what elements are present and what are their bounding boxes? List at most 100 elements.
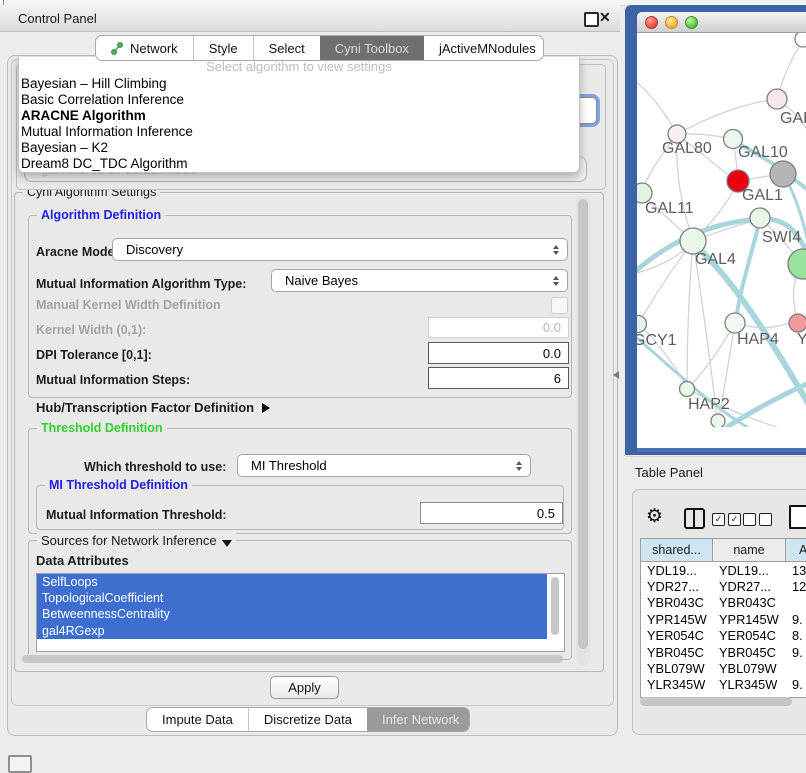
- table-panel-divider: [625, 456, 806, 457]
- page-icon[interactable]: [789, 505, 806, 529]
- column-header-name[interactable]: name: [713, 539, 786, 561]
- table-row[interactable]: YDL19... YDL19... 13: [641, 562, 806, 578]
- mi-type-combo[interactable]: Naive Bayes: [271, 269, 568, 292]
- table-row[interactable]: YDR27... YDR27... 12: [641, 578, 806, 594]
- data-attributes-list: SelfLoops TopologicalCoefficient Between…: [36, 573, 565, 652]
- gear-icon[interactable]: ⚙: [646, 506, 663, 528]
- table-row[interactable]: YER054C YER054C 8.: [641, 628, 806, 644]
- table-row[interactable]: YBR043C YBR043C: [641, 595, 806, 611]
- dropdown-item[interactable]: Dream8 DC_TDC Algorithm: [19, 156, 579, 172]
- kernel-width-input[interactable]: 0.0: [428, 317, 569, 338]
- which-threshold-label: Which threshold to use:: [84, 460, 226, 474]
- minimize-traffic-light-icon[interactable]: [665, 16, 678, 29]
- select-all-checks-icon[interactable]: ✓ ✓: [712, 513, 741, 526]
- node-label-gal10: GAL10: [738, 144, 788, 161]
- node-hap2[interactable]: [680, 382, 695, 397]
- node-hap4[interactable]: [725, 313, 745, 333]
- sources-legend[interactable]: Sources for Network Inference: [37, 533, 236, 548]
- column-header-partial[interactable]: A: [786, 539, 806, 561]
- network-frame-bottom-strip: [637, 448, 806, 452]
- cell-name: YPR145W: [713, 612, 786, 627]
- node-labels: GAL GAL80 GAL10 GAL1 GAL11 SWI4 GAL4 GCY…: [637, 110, 806, 413]
- close-icon[interactable]: ✕: [599, 9, 611, 25]
- close-traffic-light-icon[interactable]: [645, 16, 658, 29]
- split-columns-icon[interactable]: [684, 508, 705, 529]
- table-hscroll-thumb[interactable]: [640, 697, 792, 706]
- tab-discretize-data-label: Discretize Data: [264, 712, 352, 727]
- dpi-tolerance-input[interactable]: 0.0: [428, 342, 569, 364]
- tab-style-label: Style: [209, 41, 238, 56]
- dropdown-item[interactable]: Bayesian – Hill Climbing: [19, 76, 579, 92]
- cell-name: YER054C: [713, 628, 786, 643]
- mi-threshold-input[interactable]: 0.5: [420, 502, 563, 524]
- float-window-icon[interactable]: [584, 12, 599, 27]
- table-row[interactable]: YPR145W YPR145W 9.: [641, 611, 806, 627]
- network-view-window: GAL GAL80 GAL10 GAL1 GAL11 SWI4 GAL4 GCY…: [637, 12, 806, 448]
- table-row[interactable]: YLR345W YLR345W 9.: [641, 677, 806, 693]
- column-header-shared[interactable]: shared...: [641, 539, 713, 561]
- node-gal[interactable]: [767, 89, 787, 109]
- cell-shared: YBL079W: [641, 661, 713, 676]
- mi-steps-input[interactable]: 6: [428, 367, 569, 389]
- settings-hscroll-thumb[interactable]: [22, 655, 563, 663]
- node-table: shared... name A YDL19... YDL19... 13 YD…: [640, 538, 806, 698]
- attribute-item-selected[interactable]: SelfLoops: [37, 574, 547, 590]
- dropdown-item-selected[interactable]: ARACNE Algorithm: [19, 108, 579, 124]
- node-label-y: Y: [797, 331, 806, 348]
- cell-col3: 8.: [786, 628, 806, 643]
- apply-button[interactable]: Apply: [270, 676, 339, 699]
- collapse-down-icon[interactable]: [222, 540, 232, 547]
- network-icon: [111, 42, 124, 55]
- apply-button-label: Apply: [288, 680, 321, 695]
- tab-discretize-data[interactable]: Discretize Data: [248, 708, 367, 731]
- mi-steps-value: 6: [554, 371, 561, 386]
- network-canvas[interactable]: GAL GAL80 GAL10 GAL1 GAL11 SWI4 GAL4 GCY…: [637, 33, 806, 427]
- attributes-vscroll-thumb[interactable]: [551, 577, 559, 635]
- node-label-gal80: GAL80: [662, 140, 712, 157]
- panel-splitter-collapse-icon[interactable]: [613, 371, 619, 379]
- attribute-item-selected[interactable]: gal4RGexp: [37, 623, 547, 639]
- tab-cyni-toolbox[interactable]: Cyni Toolbox: [320, 36, 424, 60]
- node-swi4[interactable]: [750, 208, 770, 228]
- cell-shared: YBR043C: [641, 595, 713, 610]
- dropdown-item[interactable]: Mutual Information Inference: [19, 124, 579, 140]
- which-threshold-combo[interactable]: MI Threshold: [237, 454, 531, 477]
- node-unlabeled-top[interactable]: [795, 33, 806, 47]
- expand-right-icon[interactable]: [262, 403, 270, 413]
- table-row[interactable]: YBR045C YBR045C 9.: [641, 644, 806, 660]
- table-hscroll-track[interactable]: [636, 697, 802, 707]
- cell-shared: YLR345W: [641, 677, 713, 692]
- cell-name: YBR045C: [713, 645, 786, 660]
- node-salmon[interactable]: [789, 314, 806, 332]
- bottom-left-partial-icon[interactable]: [8, 755, 32, 773]
- mi-threshold-value: 0.5: [537, 506, 555, 521]
- tab-style[interactable]: Style: [193, 36, 253, 60]
- node-label-gal4: GAL4: [695, 251, 736, 268]
- network-window-titlebar[interactable]: [637, 12, 806, 33]
- node-green-large[interactable]: [788, 249, 806, 279]
- aracne-mode-combo[interactable]: Discovery: [112, 238, 568, 261]
- mi-type-label: Mutual Information Algorithm Type:: [36, 277, 246, 291]
- control-panel-titlebar: Control Panel: [0, 5, 620, 32]
- node-gray[interactable]: [770, 161, 796, 187]
- cell-name: YBL079W: [713, 661, 786, 676]
- attribute-item-selected[interactable]: TopologicalCoefficient: [37, 590, 547, 606]
- manual-kernel-checkbox[interactable]: [551, 297, 568, 314]
- combo-spinner-icon: [553, 245, 559, 255]
- tab-jactivemnodules[interactable]: jActiveMNodules: [424, 36, 544, 60]
- tab-select[interactable]: Select: [253, 36, 320, 60]
- zoom-traffic-light-icon[interactable]: [685, 16, 698, 29]
- hub-definition-toggle[interactable]: Hub/Transcription Factor Definition: [36, 400, 270, 415]
- node-bottom-partial[interactable]: [711, 414, 725, 427]
- table-header-row: shared... name A: [641, 539, 806, 562]
- tab-network[interactable]: Network: [96, 36, 193, 60]
- attribute-item-selected[interactable]: BetweennessCentrality: [37, 606, 547, 622]
- table-row[interactable]: YBL079W YBL079W: [641, 660, 806, 676]
- tab-infer-network[interactable]: Infer Network: [367, 708, 470, 731]
- dropdown-item[interactable]: Basic Correlation Inference: [19, 92, 579, 108]
- tab-impute-data[interactable]: Impute Data: [147, 708, 248, 731]
- dropdown-item[interactable]: Bayesian – K2: [19, 140, 579, 156]
- deselect-all-checks-icon[interactable]: [743, 513, 772, 526]
- tab-infer-network-label: Infer Network: [382, 712, 459, 727]
- settings-vscroll-thumb[interactable]: [578, 199, 588, 649]
